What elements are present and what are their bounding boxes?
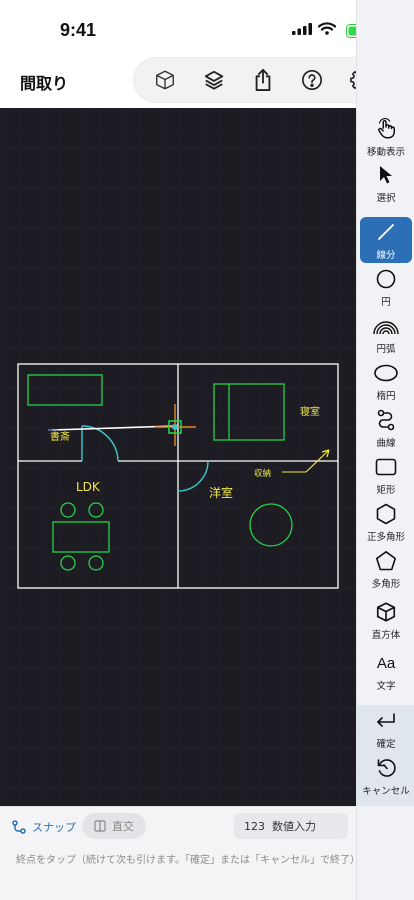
tool-label: 文字: [376, 681, 396, 692]
cellular-signal-icon: [292, 22, 312, 35]
status-icons: [292, 22, 336, 35]
tool-arc[interactable]: 円弧: [360, 311, 412, 357]
tool-line-segment[interactable]: 線分: [360, 217, 412, 263]
tool-label: 曲線: [376, 438, 396, 449]
pentagon-icon: [376, 551, 396, 571]
tool-rectangle[interactable]: 矩形: [360, 452, 412, 498]
tool-label: 正多角形: [366, 532, 405, 543]
tool-label: 矩形: [376, 485, 396, 496]
tool-label: 円: [381, 297, 391, 308]
numeric-input-label: 123 数値入力: [244, 820, 316, 833]
ortho-icon: [94, 820, 106, 832]
arc-icon: [373, 321, 399, 335]
rectangle-icon: [375, 458, 397, 476]
undo-cancel-icon: [377, 759, 396, 777]
help-icon: [302, 70, 323, 90]
snap-toggle[interactable]: スナップ: [12, 819, 76, 835]
tool-regular-polygon[interactable]: 正多角形: [360, 499, 412, 545]
hexagon-icon: [376, 503, 396, 525]
room-label-western: 洋室: [209, 485, 233, 500]
tool-label: 確定: [376, 739, 396, 750]
tool-circle[interactable]: 円: [360, 264, 412, 310]
confirm-button[interactable]: 確定: [360, 706, 412, 752]
ortho-label: 直交: [112, 820, 134, 833]
tool-cuboid[interactable]: 直方体: [360, 597, 412, 643]
app-header: 間取り: [0, 56, 392, 108]
3d-cube-icon: [155, 70, 174, 90]
circle-icon: [376, 269, 396, 289]
share-button[interactable]: [246, 63, 280, 97]
tool-ellipse[interactable]: 楕円: [360, 358, 412, 404]
bottom-bar: スナップ 直交 123 数値入力 終点をタップ（続けて次も引けます。「確定」また…: [0, 806, 360, 900]
snap-icon: [12, 820, 26, 834]
text-icon: Aa: [376, 654, 396, 672]
cuboid-icon: [376, 602, 396, 622]
floor-plan-drawing[interactable]: 書斎 寝室 LDK 洋室 収納: [0, 108, 356, 806]
wifi-icon: [318, 22, 336, 35]
help-button[interactable]: [295, 63, 329, 97]
room-label-ldk: LDK: [76, 480, 101, 494]
tool-polygon[interactable]: 多角形: [360, 546, 412, 592]
instruction-hint: 終点をタップ（続けて次も引けます。「確定」または「キャンセル」で終了）: [16, 855, 360, 866]
tool-label: 多角形: [371, 579, 401, 590]
ortho-toggle[interactable]: 直交: [82, 813, 146, 839]
curve-icon: [377, 409, 395, 431]
hand-pointer-icon: [378, 118, 395, 139]
page-title: 間取り: [20, 74, 69, 93]
tool-label: 直方体: [371, 630, 401, 641]
tool-label: 円弧: [376, 344, 396, 355]
tool-curve[interactable]: 曲線: [360, 405, 412, 451]
cursor-arrow-icon: [380, 166, 392, 184]
tool-text[interactable]: Aa 文字: [360, 648, 412, 694]
room-label-storage: 収納: [254, 468, 271, 479]
snap-label: スナップ: [32, 821, 76, 834]
room-label-study: 書斎: [50, 430, 70, 443]
numeric-input-button[interactable]: 123 数値入力: [234, 813, 348, 839]
tool-panel: 移動表示 選択 線分 円 円弧 楕円 曲線 矩形 正多角形 多角形 直方体 Aa…: [356, 0, 414, 900]
share-icon: [255, 68, 271, 91]
3d-view-button[interactable]: [148, 63, 182, 97]
status-time: 9:41: [60, 20, 97, 40]
layers-icon: [204, 70, 223, 90]
ellipse-icon: [374, 364, 398, 382]
tool-label: 楕円: [376, 391, 396, 402]
tool-label: 線分: [376, 250, 396, 261]
top-toolbar: [134, 58, 392, 102]
tool-label: キャンセル: [362, 786, 410, 797]
line-segment-icon: [378, 224, 394, 240]
drawing-canvas[interactable]: 書斎 寝室 LDK 洋室 収納: [0, 108, 356, 806]
tool-label: 選択: [376, 193, 396, 204]
cancel-button[interactable]: キャンセル: [360, 753, 412, 799]
room-label-bedroom: 寝室: [300, 405, 320, 418]
tool-label: 移動表示: [366, 147, 405, 158]
tool-pan[interactable]: 移動表示: [360, 114, 412, 160]
tool-select[interactable]: 選択: [360, 160, 412, 206]
layers-button[interactable]: [197, 63, 231, 97]
enter-return-icon: [377, 713, 395, 727]
status-bar: 9:41: [0, 0, 356, 56]
